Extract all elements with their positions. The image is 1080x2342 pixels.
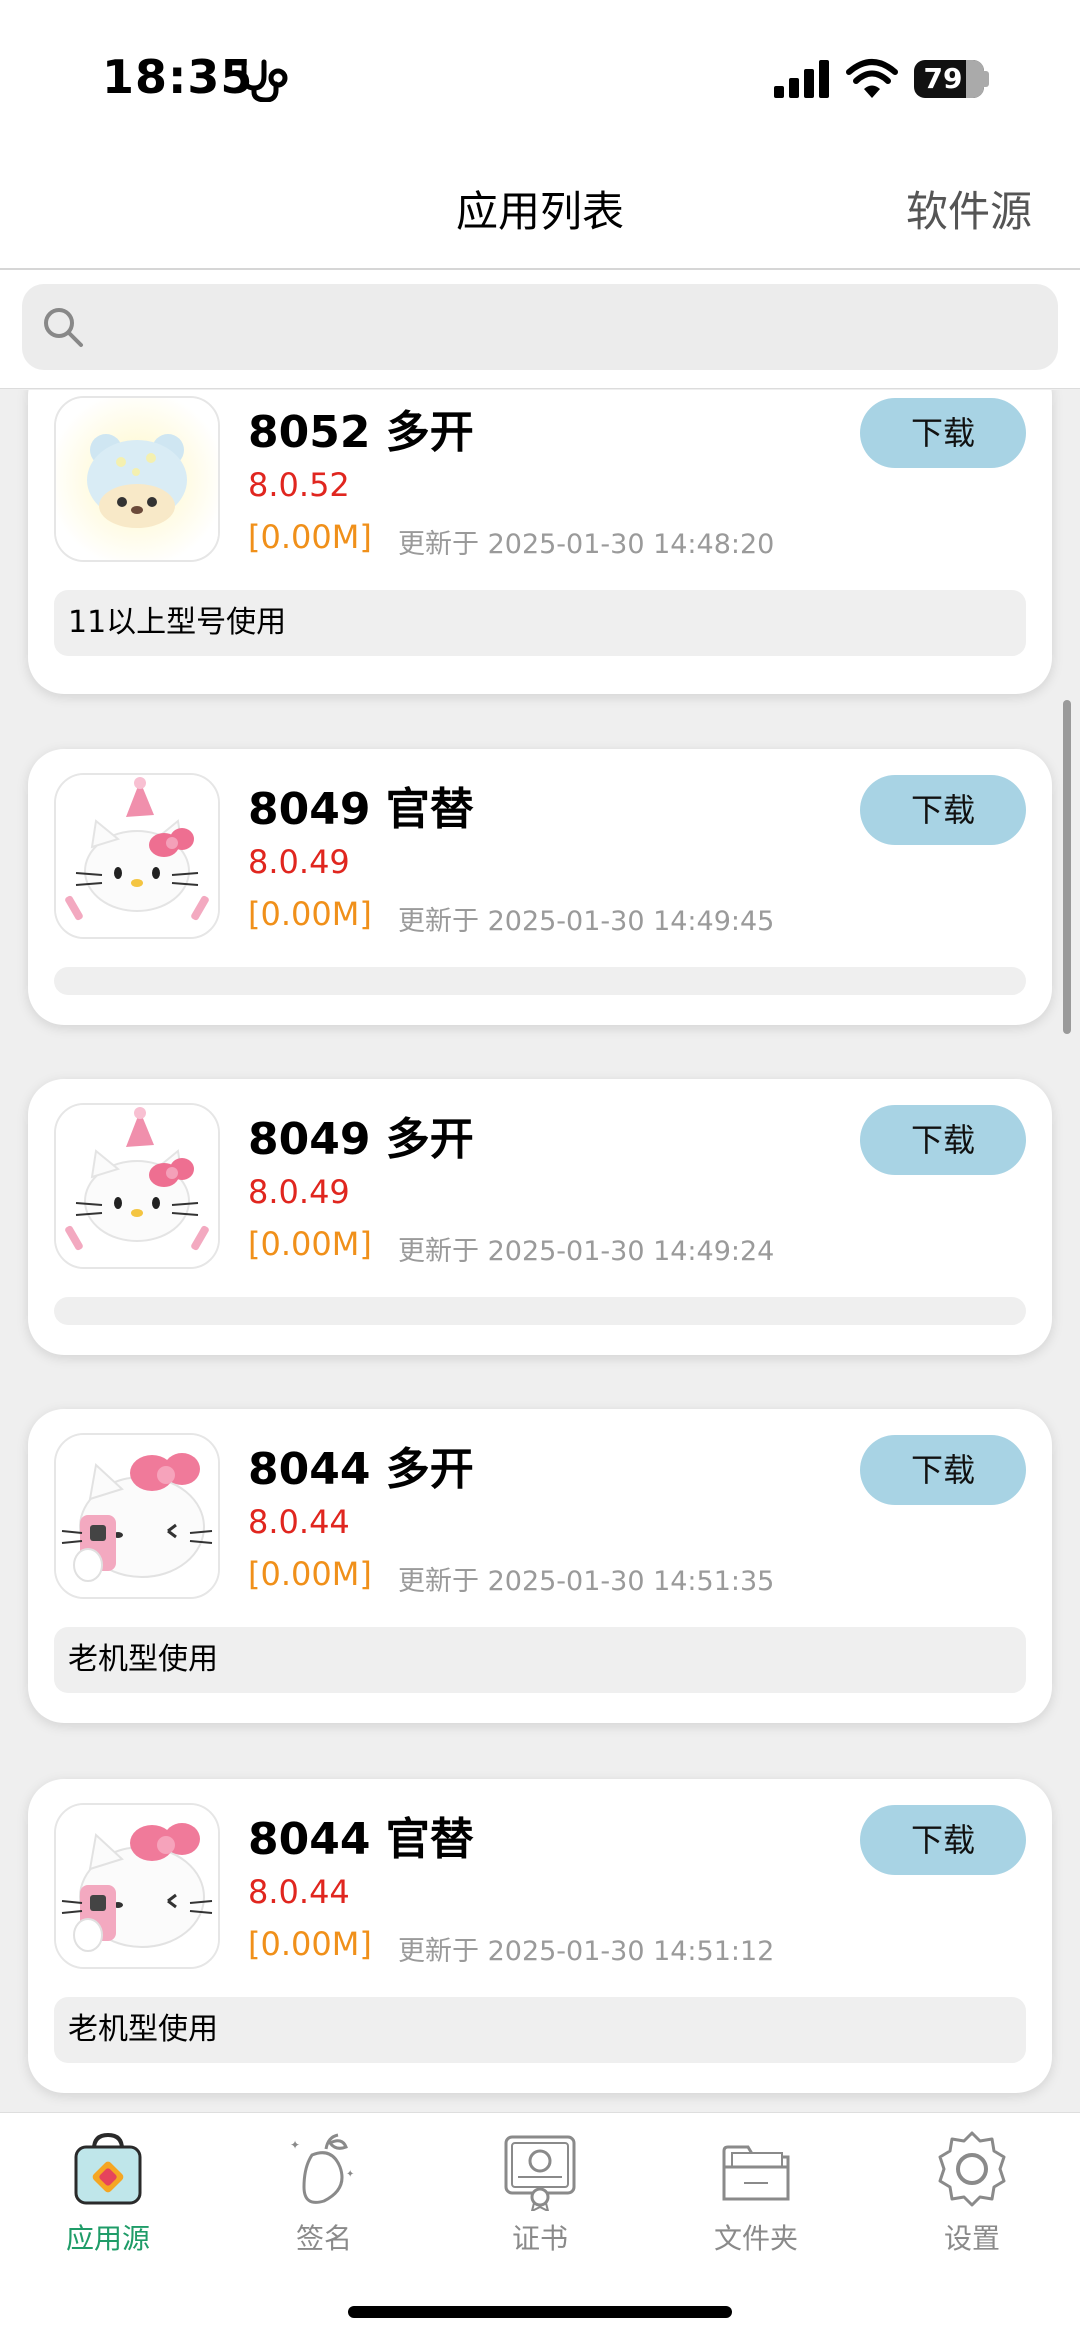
app-note [54,967,1026,995]
app-update-time: 更新于 2025-01-30 14:51:35 [398,1566,775,1597]
tab-certificate[interactable]: 证书 [432,2127,648,2277]
tab-app-source[interactable]: 应用源 [0,2127,216,2277]
navigation-bar: 应用列表 软件源 [0,150,1080,270]
bear-icon [54,396,220,562]
download-button[interactable]: 下载 [860,1805,1026,1875]
app-card[interactable]: 8049 多开 8.0.49 [0.00M] 更新于 2025-01-30 14… [28,1079,1052,1355]
app-version: 8.0.44 [248,1503,350,1541]
battery-indicator: 79 [914,60,984,98]
app-card[interactable]: 8052 多开 8.0.52 [0.00M] 更新于 2025-01-30 14… [28,390,1052,694]
app-size: [0.00M] [248,1555,372,1593]
app-version: 8.0.49 [248,1173,350,1211]
status-bar: 18:35 79 [0,0,1080,150]
download-button[interactable]: 下载 [860,775,1026,845]
software-source-button[interactable]: 软件源 [906,178,1032,239]
tab-signature[interactable]: ✦ ✦ 签名 [216,2127,432,2277]
app-update-time: 更新于 2025-01-30 14:48:20 [398,529,775,560]
app-size: [0.00M] [248,1925,372,1963]
app-name: 8049 多开 [248,1114,474,1165]
folder-icon [722,2145,790,2201]
app-update-time: 更新于 2025-01-30 14:49:45 [398,906,775,937]
stethoscope-icon [241,59,288,102]
app-version: 8.0.52 [248,466,350,504]
app-version: 8.0.49 [248,843,350,881]
app-source-icon [74,2132,142,2205]
wifi-icon [846,59,898,98]
status-time: 18:35 [102,50,254,104]
download-button[interactable]: 下载 [860,398,1026,468]
download-button[interactable]: 下载 [860,1105,1026,1175]
kitty-party-icon [54,773,220,939]
tab-label: 签名 [295,2222,352,2255]
search-bar [0,270,1080,389]
app-name: 8049 官替 [248,784,474,835]
app-size: [0.00M] [248,895,372,933]
app-card[interactable]: 8049 官替 8.0.49 [0.00M] 更新于 2025-01-30 14… [28,749,1052,1025]
svg-text:✦: ✦ [290,2138,300,2152]
tab-label: 文件夹 [713,2222,798,2255]
kitty-phone-icon [54,1433,220,1599]
app-note: 老机型使用 [54,1627,1026,1693]
app-card[interactable]: 8044 多开 8.0.44 [0.00M] 更新于 2025-01-30 14… [28,1409,1052,1723]
tab-settings[interactable]: 设置 [864,2127,1080,2277]
battery-level: 79 [923,62,963,95]
tab-label: 应用源 [65,2222,150,2255]
download-button[interactable]: 下载 [860,1435,1026,1505]
home-indicator[interactable] [348,2306,732,2318]
svg-text:✦: ✦ [346,2169,354,2180]
app-size: [0.00M] [248,518,372,556]
app-update-time: 更新于 2025-01-30 14:51:12 [398,1936,775,1967]
tab-label: 设置 [943,2222,1000,2255]
app-name: 8044 多开 [248,1444,474,1495]
app-note: 老机型使用 [54,1997,1026,2063]
search-input[interactable] [22,284,1058,370]
app-card[interactable]: 8044 官替 8.0.44 [0.00M] 更新于 2025-01-30 14… [28,1779,1052,2093]
kitty-party-icon [54,1103,220,1269]
app-size: [0.00M] [248,1225,372,1263]
app-name: 8044 官替 [248,1814,474,1865]
app-note [54,1297,1026,1325]
certificate-icon [504,2135,576,2211]
app-note: 11以上型号使用 [54,590,1026,656]
tab-folder[interactable]: 文件夹 [648,2127,864,2277]
tab-label: 证书 [511,2222,568,2255]
cellular-signal-icon [774,60,829,98]
app-list: 8052 多开 8.0.52 [0.00M] 更新于 2025-01-30 14… [0,390,1080,2112]
app-update-time: 更新于 2025-01-30 14:49:24 [398,1236,775,1267]
kitty-phone-icon [54,1803,220,1969]
signature-icon: ✦ ✦ [290,2133,354,2204]
app-version: 8.0.44 [248,1873,350,1911]
battery-tip [984,71,989,87]
search-icon [44,308,83,347]
scrollbar[interactable] [1063,700,1071,1034]
settings-icon [938,2131,1006,2207]
app-name: 8052 多开 [248,407,474,458]
